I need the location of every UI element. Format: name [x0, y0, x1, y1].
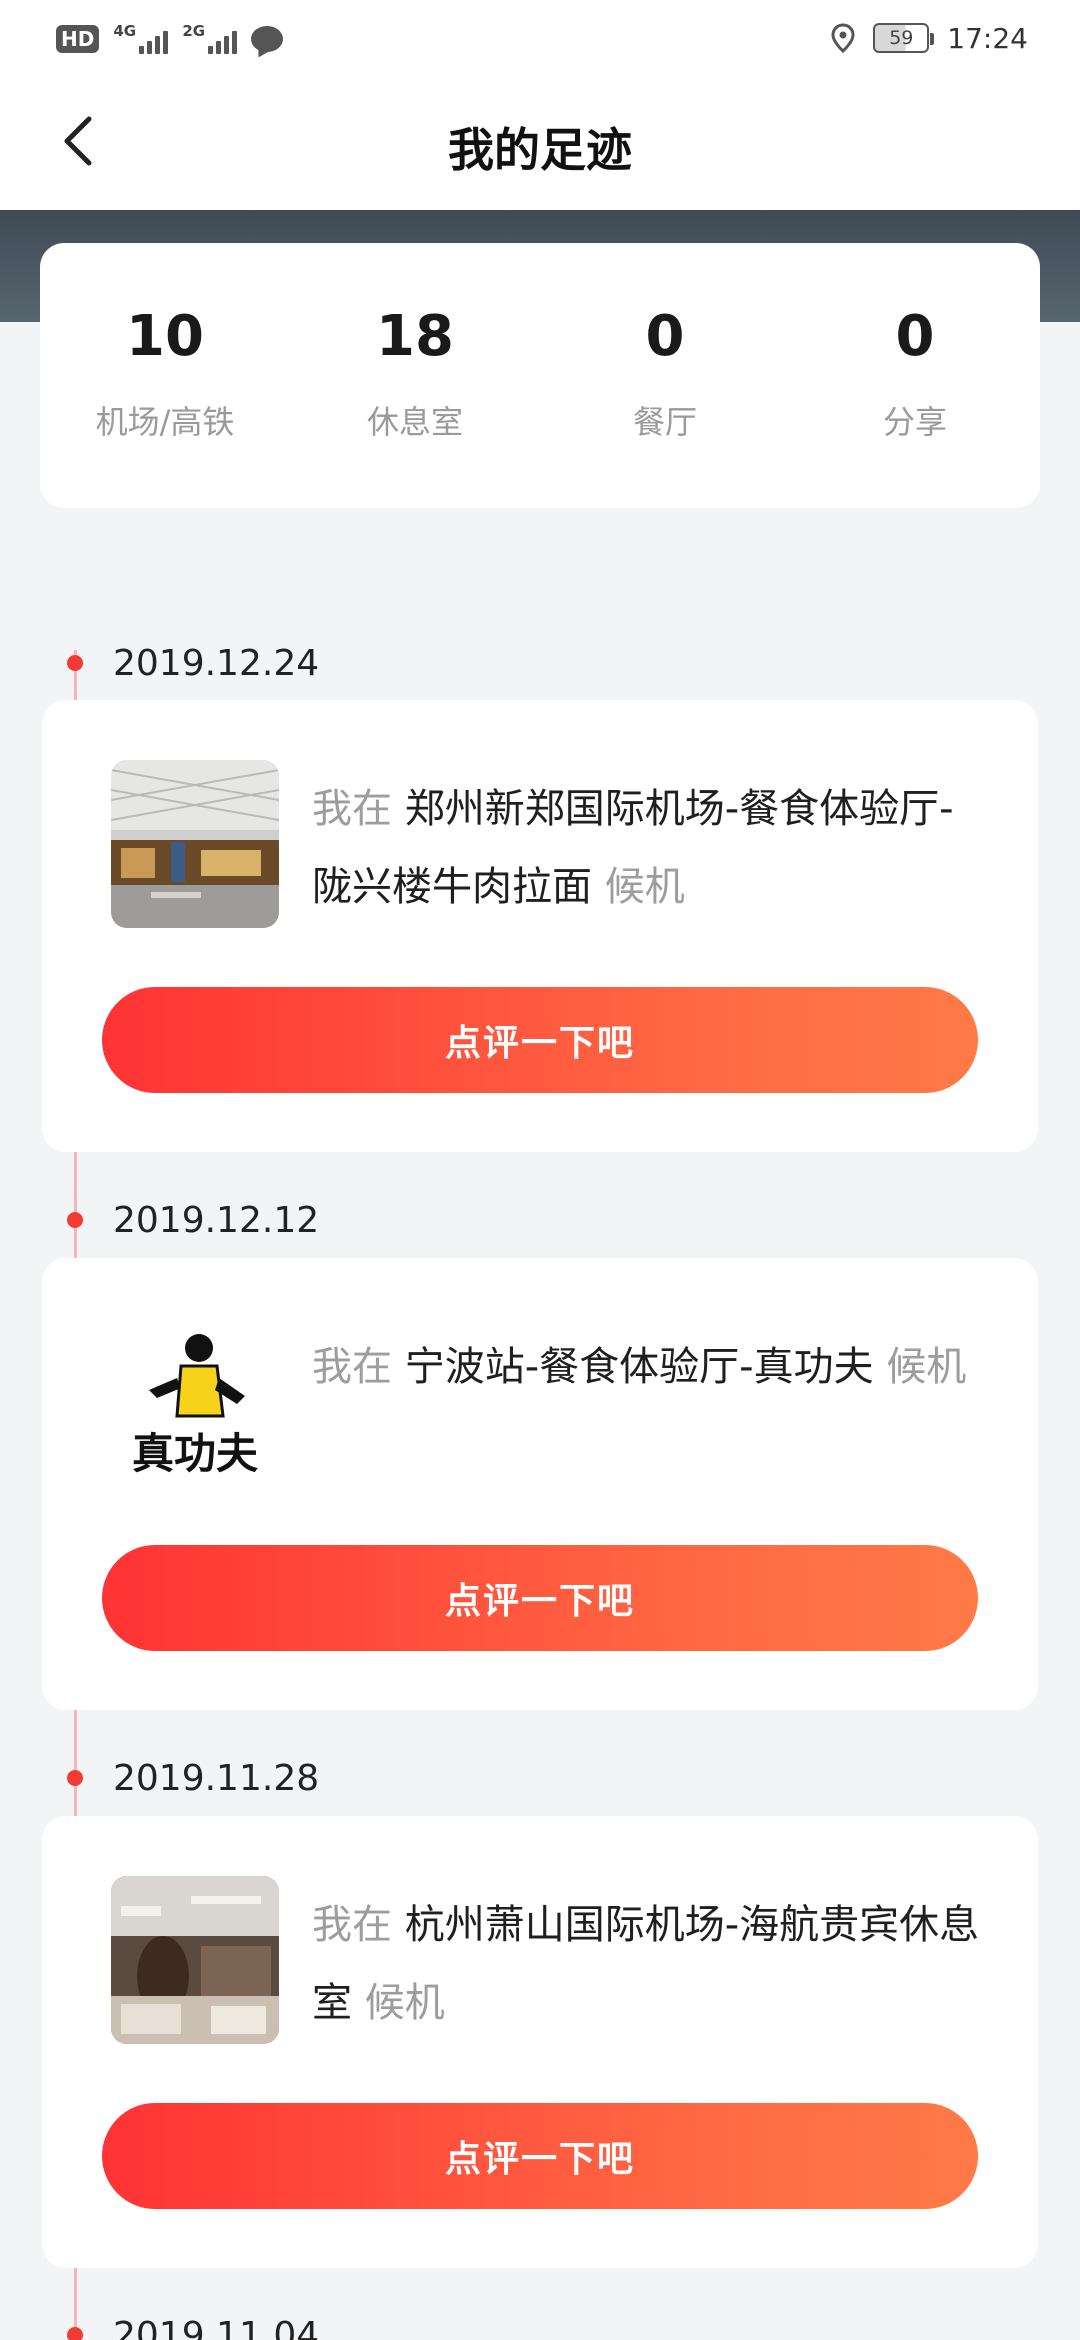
timeline-date: 2019.12.12: [64, 1190, 319, 1250]
footprint-page: HD 4G 2G 59 17:24 我的足迹 10 机场/高铁 18 休息室 0…: [0, 0, 1080, 2340]
hd-icon: HD: [56, 25, 100, 53]
timeline-dot: [67, 1770, 83, 1786]
lounge-photo: [111, 1876, 279, 2044]
logo-text: 真功夫: [132, 1429, 259, 1478]
signal-4g-label: 4G: [113, 22, 137, 40]
place-name: 宁波站-餐食体验厅-真功夫: [404, 1344, 874, 1390]
footprint-text: 我在 郑州新郑国际机场-餐食体验厅-陇兴楼牛肉拉面 候机: [312, 770, 992, 926]
prefix-text: 我在: [312, 1902, 392, 1948]
date-text: 2019.11.28: [113, 1757, 320, 1799]
stat-value: 0: [895, 304, 935, 369]
signal-4g-icon: 4G: [113, 22, 169, 54]
signal-2g-label: 2G: [182, 22, 206, 40]
signal-2g-icon: 2G: [182, 22, 238, 54]
status-time: 17:24: [947, 21, 1028, 55]
zhengongfu-logo: 真功夫: [111, 1318, 279, 1486]
date-text: 2019.11.04: [113, 2314, 320, 2340]
date-text: 2019.12.12: [113, 1199, 320, 1241]
stat-share[interactable]: 0 分享: [790, 243, 1040, 508]
timeline-dot: [67, 2327, 83, 2340]
timeline-dot: [67, 1212, 83, 1228]
stat-airport-rail[interactable]: 10 机场/高铁: [40, 243, 290, 508]
stat-restaurant[interactable]: 0 餐厅: [540, 243, 790, 508]
footprint-text: 我在 杭州萧山国际机场-海航贵宾休息室 候机: [312, 1886, 992, 2042]
prefix-text: 我在: [312, 786, 392, 832]
footprint-card[interactable]: 我在 郑州新郑国际机场-餐食体验厅-陇兴楼牛肉拉面 候机 点评一下吧: [42, 700, 1038, 1152]
suffix-text: 候机: [364, 1980, 445, 2026]
message-icon: [251, 26, 284, 52]
stat-label: 休息室: [366, 403, 463, 441]
suffix-text: 候机: [886, 1344, 967, 1390]
timeline-dot: [67, 655, 83, 671]
airport-hall-photo: [111, 760, 279, 928]
review-button[interactable]: 点评一下吧: [102, 2103, 978, 2209]
prefix-text: 我在: [312, 1344, 392, 1390]
page-title: 我的足迹: [448, 123, 632, 177]
timeline-date: 2019.11.04: [64, 2305, 319, 2340]
footprint-card[interactable]: 真功夫 我在 宁波站-餐食体验厅-真功夫 候机 点评一下吧: [42, 1258, 1038, 1710]
suffix-text: 候机: [604, 864, 685, 910]
timeline-date: 2019.12.24: [64, 633, 319, 693]
stats-card: 10 机场/高铁 18 休息室 0 餐厅 0 分享: [40, 243, 1040, 508]
stat-label: 分享: [882, 403, 947, 441]
footprint-text: 我在 宁波站-餐食体验厅-真功夫 候机: [312, 1328, 992, 1406]
timeline-date: 2019.11.28: [64, 1748, 319, 1808]
status-left: HD 4G 2G: [56, 22, 284, 56]
stat-label: 机场/高铁: [95, 403, 235, 441]
review-button[interactable]: 点评一下吧: [102, 1545, 978, 1651]
location-icon: [831, 23, 855, 54]
stat-value: 18: [376, 304, 454, 369]
footprint-card[interactable]: 我在 杭州萧山国际机场-海航贵宾休息室 候机 点评一下吧: [42, 1816, 1038, 2268]
stat-label: 餐厅: [632, 403, 697, 441]
status-right: 59 17:24: [831, 18, 1028, 58]
app-header: 我的足迹: [0, 76, 1080, 210]
battery-icon: 59: [873, 23, 935, 53]
stat-value: 10: [126, 304, 204, 369]
review-button[interactable]: 点评一下吧: [102, 987, 978, 1093]
date-text: 2019.12.24: [113, 642, 320, 684]
stat-value: 0: [645, 304, 685, 369]
stat-lounge[interactable]: 18 休息室: [290, 243, 540, 508]
status-bar: HD 4G 2G 59 17:24: [0, 0, 1080, 76]
